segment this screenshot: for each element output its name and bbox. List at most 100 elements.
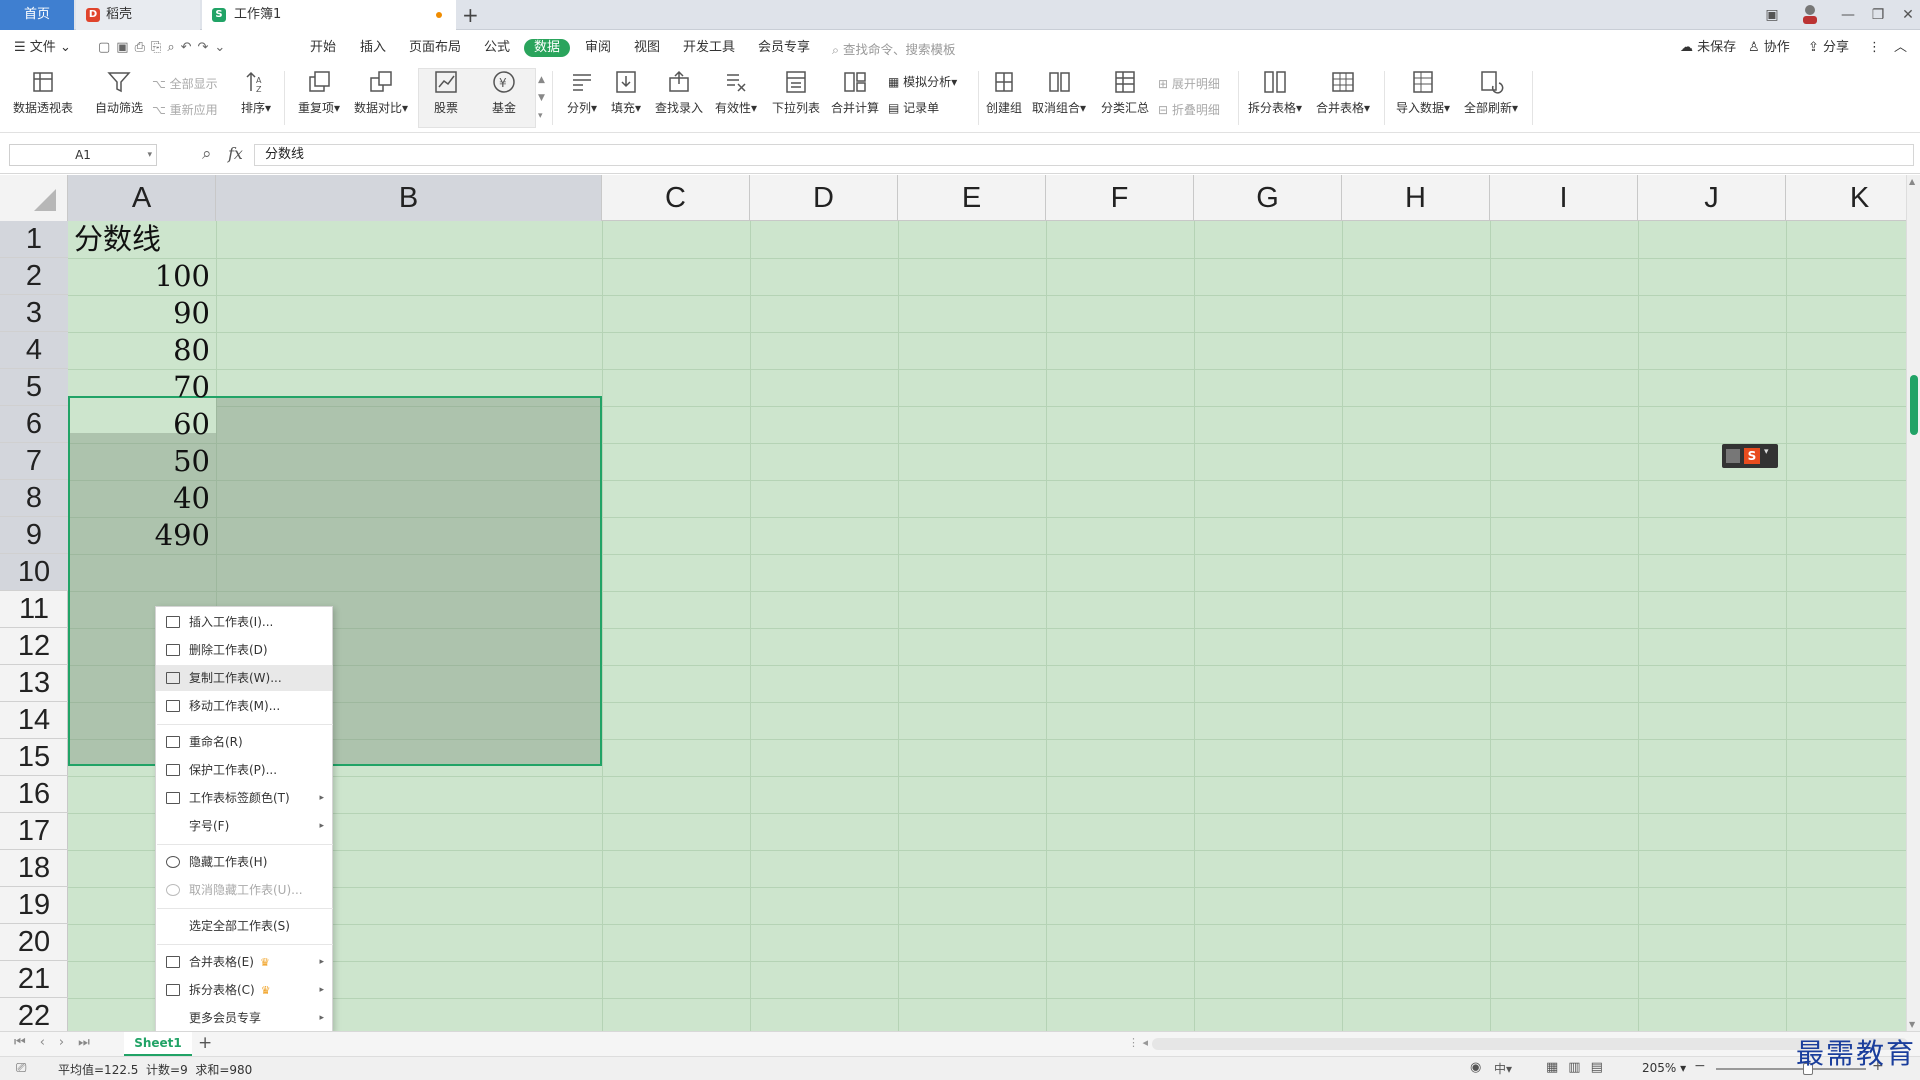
ctx-protect-sheet[interactable]: 保护工作表(P)... (156, 757, 332, 783)
ctx-tab-color[interactable]: 工作表标签颜色(T) ▸ (156, 785, 332, 811)
menu-view[interactable]: 视图 (634, 39, 660, 57)
autofilter-button[interactable]: 自动筛选 (92, 69, 146, 116)
column-header-j[interactable]: J (1638, 175, 1786, 221)
name-box[interactable]: A1 ▾ (9, 144, 157, 166)
stock-button[interactable]: 股票 (424, 69, 468, 116)
ime-status-icon[interactable]: 中▾ (1494, 1060, 1512, 1077)
column-header-d[interactable]: D (750, 175, 898, 221)
column-header-c[interactable]: C (602, 175, 750, 221)
command-search[interactable]: ⌕ 查找命令、搜索模板 (832, 39, 956, 58)
ctx-insert-sheet[interactable]: 插入工作表(I)... (156, 609, 332, 635)
collapse-detail-button[interactable]: ⊟ 折叠明细 (1158, 101, 1220, 118)
tab-workbook[interactable]: S 工作簿1 (202, 0, 456, 30)
merge-table-button[interactable]: 合并表格▾ (1314, 69, 1372, 116)
create-group-button[interactable]: 创建组 (984, 69, 1024, 116)
row-header-4[interactable]: 4 (0, 332, 68, 369)
refresh-all-button[interactable]: 全部刷新▾ (1462, 69, 1520, 116)
row-header-13[interactable]: 13 (0, 665, 68, 702)
menu-review[interactable]: 审阅 (585, 39, 611, 57)
sort-button[interactable]: AZ 排序▾ (236, 69, 276, 116)
scroll-down-icon[interactable]: ▼ (1909, 1020, 1915, 1029)
menu-start[interactable]: 开始 (310, 39, 336, 57)
fill-button[interactable]: 填充▾ (606, 69, 646, 116)
row-header-10[interactable]: 10 (0, 554, 68, 591)
column-header-g[interactable]: G (1194, 175, 1342, 221)
cell-a9[interactable]: 490 (70, 517, 210, 554)
unsaved-button[interactable]: ☁ 未保存 (1680, 39, 1736, 57)
ime-toolbar[interactable]: S ▾ (1722, 444, 1778, 468)
row-header-7[interactable]: 7 (0, 443, 68, 480)
menu-formula[interactable]: 公式 (484, 39, 510, 57)
vertical-scroll-thumb[interactable] (1910, 375, 1918, 435)
zoom-search-icon[interactable]: ⌕ (202, 144, 212, 164)
eye-protect-icon[interactable]: ◉ (1470, 1060, 1481, 1075)
duplicates-button[interactable]: 重复项▾ (292, 69, 346, 116)
restore-icon[interactable]: ❐ (1864, 4, 1892, 26)
ctx-unhide-sheet[interactable]: 取消隐藏工作表(U)... (156, 877, 332, 903)
more-icon[interactable]: ⋮ (1868, 39, 1881, 57)
cell-a7[interactable]: 50 (70, 443, 210, 480)
ctx-rename[interactable]: 重命名(R) (156, 729, 332, 755)
lookup-entry-button[interactable]: 查找录入 (652, 69, 706, 116)
menu-page-layout[interactable]: 页面布局 (409, 39, 461, 57)
scroll-up-icon[interactable]: ▲ (1909, 177, 1915, 186)
view-mode-icons[interactable]: ▦▥▤ (1546, 1060, 1613, 1075)
ctx-split-tables[interactable]: 拆分表格(C) ♛ ▸ (156, 977, 332, 1003)
menu-insert[interactable]: 插入 (360, 39, 386, 57)
fx-button[interactable]: fx (228, 144, 243, 163)
dropdown-list-button[interactable]: 下拉列表 (770, 69, 822, 116)
horizontal-scrollbar[interactable] (1152, 1038, 1908, 1050)
macro-record-icon[interactable]: ⎚ (16, 1061, 26, 1076)
column-header-h[interactable]: H (1342, 175, 1490, 221)
sheet-nav-arrows[interactable]: ⏮‹›⏭ (14, 1035, 104, 1050)
row-header-6[interactable]: 6 (0, 406, 68, 443)
layout-icon[interactable]: ▣ (1758, 4, 1786, 26)
ctx-move-sheet[interactable]: 移动工作表(M)... (156, 693, 332, 719)
ungroup-button[interactable]: 取消组合▾ (1030, 69, 1088, 116)
tab-docer[interactable]: D 稻壳 (76, 0, 200, 30)
cell-a3[interactable]: 90 (70, 295, 210, 332)
data-compare-button[interactable]: 数据对比▾ (350, 69, 412, 116)
share-button[interactable]: ⇪ 分享 (1808, 39, 1849, 57)
row-header-11[interactable]: 11 (0, 591, 68, 628)
new-tab-button[interactable]: + (462, 3, 479, 27)
row-header-16[interactable]: 16 (0, 776, 68, 813)
row-header-15[interactable]: 15 (0, 739, 68, 776)
row-header-3[interactable]: 3 (0, 295, 68, 332)
ctx-select-all-sheets[interactable]: 选定全部工作表(S) (156, 913, 332, 939)
vertical-scrollbar[interactable]: ▲ ▼ (1906, 175, 1920, 1031)
cell-a2[interactable]: 100 (70, 258, 210, 295)
subtotal-button[interactable]: 分类汇总 (1098, 69, 1152, 116)
menu-data[interactable]: 数据 (524, 39, 571, 57)
ctx-font-size[interactable]: 字号(F) ▸ (156, 813, 332, 839)
fund-button[interactable]: ¥ 基金 (482, 69, 526, 116)
column-header-a[interactable]: A (68, 175, 216, 221)
expand-detail-button[interactable]: ⊞ 展开明细 (1158, 75, 1220, 92)
add-sheet-button[interactable]: + (198, 1033, 212, 1053)
ctx-hide-sheet[interactable]: 隐藏工作表(H) (156, 849, 332, 875)
tab-home[interactable]: 首页 (0, 0, 74, 30)
row-header-8[interactable]: 8 (0, 480, 68, 517)
column-header-b[interactable]: B (216, 175, 602, 221)
cell-a5[interactable]: 70 (70, 369, 210, 406)
sheet-tab-sheet1[interactable]: Sheet1 (124, 1032, 192, 1056)
reapply-button[interactable]: ⌥ 重新应用 (152, 101, 218, 118)
whatif-button[interactable]: ▦ 模拟分析▾ (888, 73, 957, 90)
quick-access-toolbar[interactable]: ▢▣⎙⎘⌕↶↷⌄ (98, 39, 231, 57)
show-all-button[interactable]: ⌥ 全部显示 (152, 75, 218, 92)
scroll-left-icon[interactable]: ⋮ ◂ (1128, 1036, 1148, 1049)
row-header-17[interactable]: 17 (0, 813, 68, 850)
row-header-12[interactable]: 12 (0, 628, 68, 665)
ctx-delete-sheet[interactable]: 删除工作表(D) (156, 637, 332, 663)
column-header-e[interactable]: E (898, 175, 1046, 221)
collab-button[interactable]: ♙ 协作 (1748, 39, 1790, 57)
import-data-button[interactable]: 导入数据▾ (1394, 69, 1452, 116)
menu-file[interactable]: ☰ 文件 ⌄ (14, 39, 71, 57)
zoom-level[interactable]: 205% ▾ (1642, 1061, 1686, 1075)
split-column-button[interactable]: 分列▾ (562, 69, 602, 116)
row-header-19[interactable]: 19 (0, 887, 68, 924)
pivot-table-button[interactable]: 数据透视表 (10, 69, 76, 116)
collapse-ribbon-icon[interactable]: ︿ (1894, 39, 1907, 57)
zoom-out-icon[interactable]: − (1694, 1058, 1706, 1074)
row-header-9[interactable]: 9 (0, 517, 68, 554)
